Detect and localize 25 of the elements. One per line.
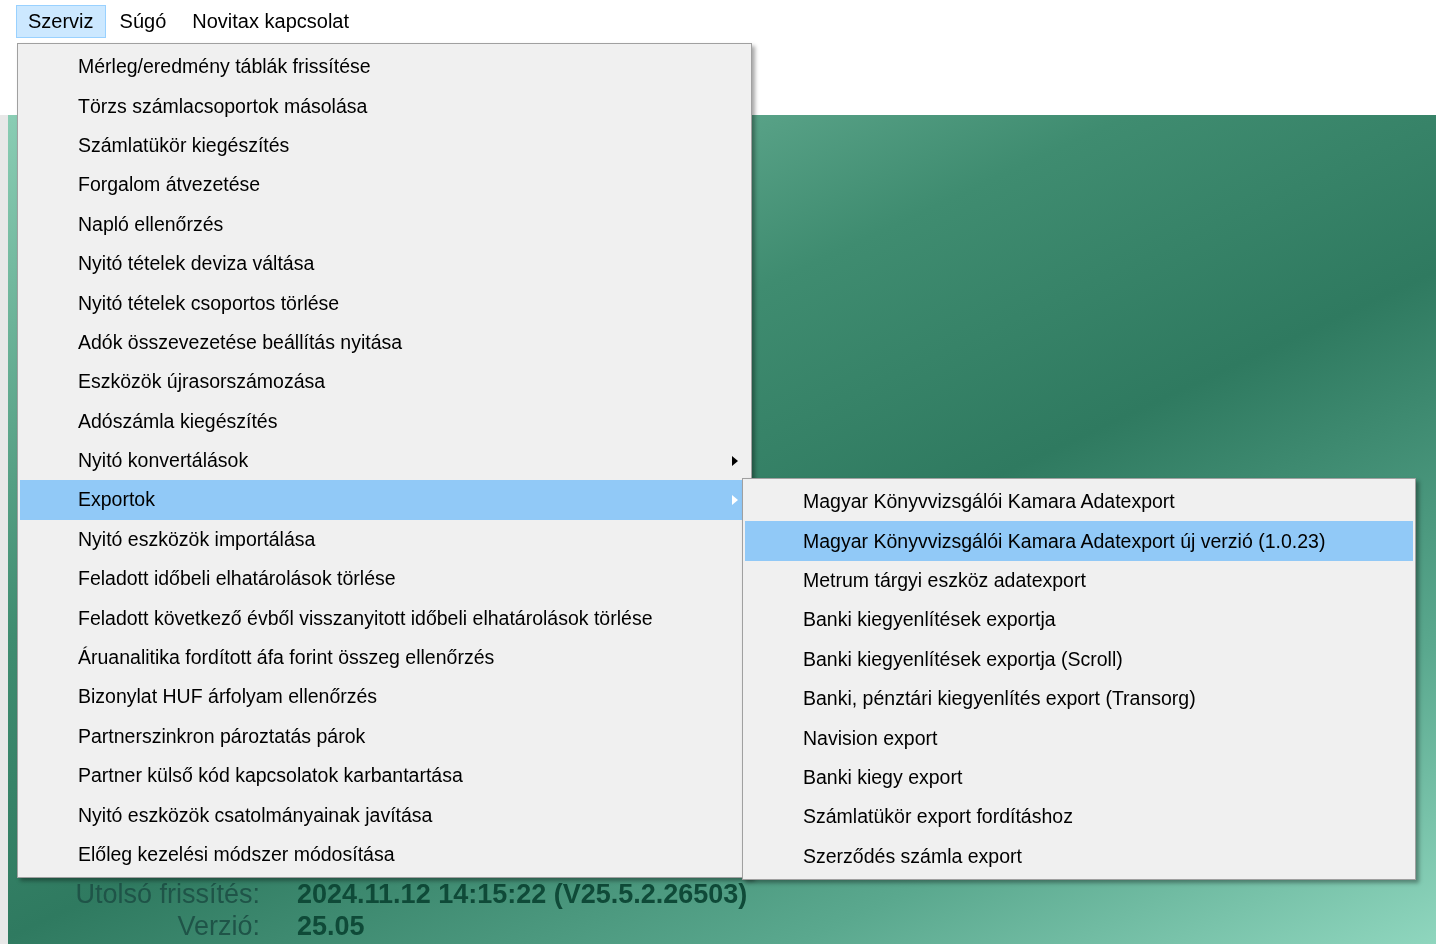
menu-item[interactable]: Banki kiegyenlítések exportja [745,600,1413,640]
menu-item[interactable]: Törzs számlacsoportok másolása [20,86,749,126]
menu-item[interactable]: Adószámla kiegészítés [20,401,749,441]
menu-item[interactable]: Nyitó tételek deviza váltása [20,243,749,284]
menu-item[interactable]: Banki kiegyenlítések exportja (Scroll) [745,639,1413,679]
menu-item[interactable]: Navision export [745,718,1413,758]
menu-item[interactable]: Nyitó tételek csoportos törlése [20,283,749,323]
menu-item[interactable]: Banki kiegy export [745,757,1413,798]
menu-item[interactable]: Nyitó konvertálások [20,440,749,481]
info-value: 25.05 [297,910,365,942]
menu-item[interactable]: Számlatükör export fordításhoz [745,797,1413,837]
menubar-item[interactable]: Novitax kapcsolat [180,4,362,38]
menu-item[interactable]: Eszközök újrasorszámozása [20,362,749,402]
menu-item[interactable]: Metrum tárgyi eszköz adatexport [745,560,1413,601]
menu-item[interactable]: Mérleg/eredmény táblák frissítése [20,47,749,87]
menu-item[interactable]: Banki, pénztári kiegyenlítés export (Transorg) [745,678,1413,719]
menubar-item[interactable]: Szerviz [16,4,106,38]
menu-item[interactable]: Magyar Könyvvizsgálói Kamara Adatexport új verzió (1.0.23) [745,521,1413,561]
menu-item[interactable]: Adók összevezetése beállítás nyitása [20,322,749,363]
menu-item[interactable]: Számlatükör kiegészítés [20,125,749,166]
menu-item[interactable]: Szerződés számla export [745,836,1413,876]
menubar-item[interactable]: Súgó [107,4,179,38]
info-value: 2024.11.12 14:15:22 (V25.5.2.26503) [297,878,748,910]
menu-item[interactable]: Forgalom átvezetése [20,165,749,205]
menu-item[interactable]: Napló ellenőrzés [20,204,749,244]
